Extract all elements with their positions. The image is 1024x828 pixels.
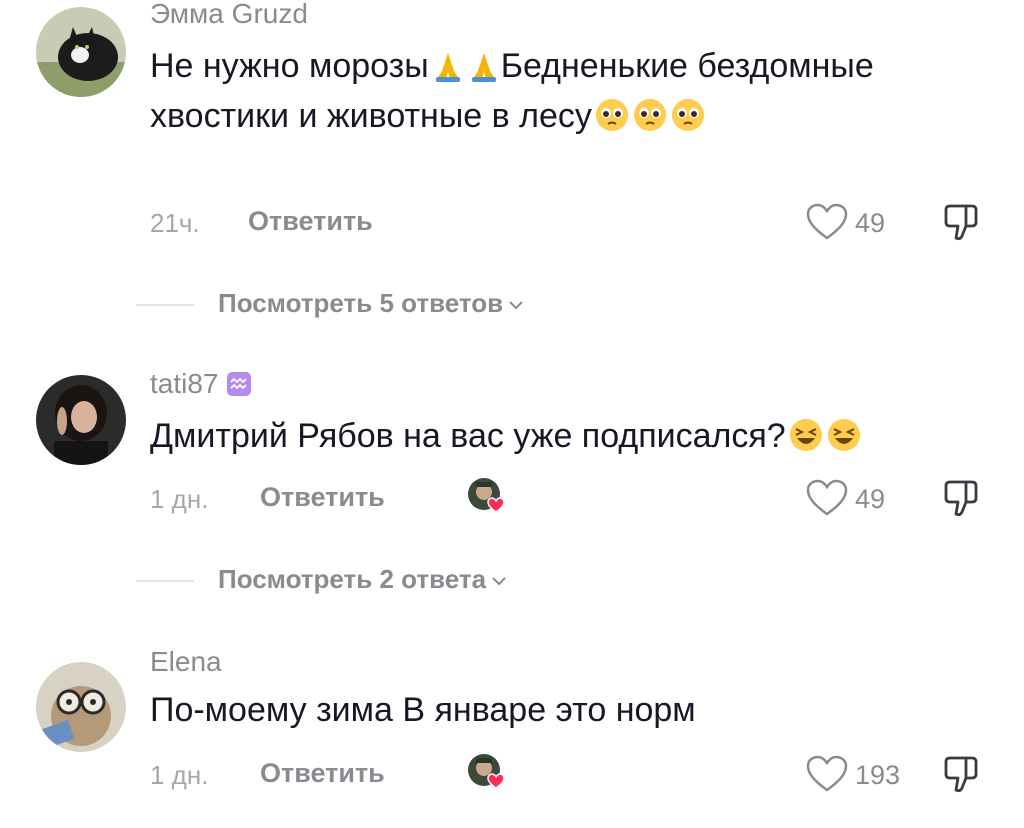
view-replies-label: Посмотреть 2 ответа <box>218 564 487 594</box>
view-replies[interactable]: Посмотреть 5 ответов <box>0 284 1024 324</box>
reply-button[interactable]: Ответить <box>260 758 385 789</box>
comment-text-part: Дмитрий Рябов на вас уже подписался? <box>150 417 786 455</box>
creator-liked-icon <box>468 478 505 513</box>
username[interactable]: Эмма Gruzd <box>150 0 308 30</box>
comment-text: По-моему зима В январе это норм <box>150 688 980 732</box>
heart-icon[interactable] <box>805 202 849 242</box>
like-count: 193 <box>855 760 901 790</box>
woman-avatar-icon <box>36 375 126 465</box>
chevron-down-icon <box>509 301 523 310</box>
reply-button[interactable]: Ответить <box>248 206 373 237</box>
timestamp: 21ч. <box>150 208 200 238</box>
divider <box>136 304 194 306</box>
like-count: 49 <box>855 208 886 238</box>
username[interactable]: Elena <box>150 646 222 678</box>
comment-text: Не нужно морозы Бедненькие бездомные хвос… <box>150 44 980 144</box>
heart-icon[interactable] <box>805 478 849 518</box>
aquarius-icon <box>227 372 252 396</box>
view-replies[interactable]: Посмотреть 2 ответа <box>0 560 1024 600</box>
comment-item: Эмма Gruzd Не нужно морозы Бедненькие без… <box>0 0 1024 318</box>
comment-meta: 1 дн. Ответить 193 <box>150 754 1000 796</box>
comment-text: Дмитрий Рябов на вас уже подписался? <box>150 414 980 464</box>
timestamp: 1 дн. <box>150 484 209 514</box>
view-replies-button[interactable]: Посмотреть 5 ответов <box>218 288 523 319</box>
pleading-face-emoji-icon <box>632 97 668 144</box>
pleading-face-emoji-icon <box>670 97 706 144</box>
comment-text-part: Не нужно морозы <box>150 47 429 85</box>
laughing-face-emoji-icon <box>788 417 824 464</box>
view-replies-button[interactable]: Посмотреть 2 ответа <box>218 564 506 595</box>
reply-button[interactable]: Ответить <box>260 482 385 513</box>
pray-emoji-icon <box>467 49 501 94</box>
dislike-icon[interactable] <box>940 752 982 796</box>
timestamp: 1 дн. <box>150 760 209 790</box>
dislike-icon[interactable] <box>940 476 982 520</box>
username-text: tati87 <box>150 368 219 399</box>
comment-meta: 21ч. Ответить 49 <box>150 202 1000 244</box>
chevron-down-icon <box>492 577 506 586</box>
pray-emoji-icon <box>431 49 465 94</box>
pleading-face-emoji-icon <box>594 97 630 144</box>
avatar[interactable] <box>36 7 126 97</box>
avatar[interactable] <box>36 662 126 752</box>
heart-icon[interactable] <box>805 754 849 794</box>
laughing-face-emoji-icon <box>826 417 862 464</box>
creator-liked-icon <box>468 754 505 789</box>
username[interactable]: tati87 <box>150 368 252 400</box>
comment-item: tati87 Дмитрий Рябов на вас уже подписал… <box>0 360 1024 600</box>
divider <box>136 580 194 582</box>
dislike-icon[interactable] <box>940 200 982 244</box>
cat-glasses-avatar-icon <box>36 662 126 752</box>
comment-item: Elena По-моему зима В январе это норм 1 … <box>0 640 1024 828</box>
comment-text-part: По-моему зима В январе это норм <box>150 691 696 729</box>
cat-avatar-icon <box>36 7 126 97</box>
like-count: 49 <box>855 484 886 514</box>
comment-meta: 1 дн. Ответить 49 <box>150 478 1000 520</box>
avatar[interactable] <box>36 375 126 465</box>
view-replies-label: Посмотреть 5 ответов <box>218 288 504 318</box>
